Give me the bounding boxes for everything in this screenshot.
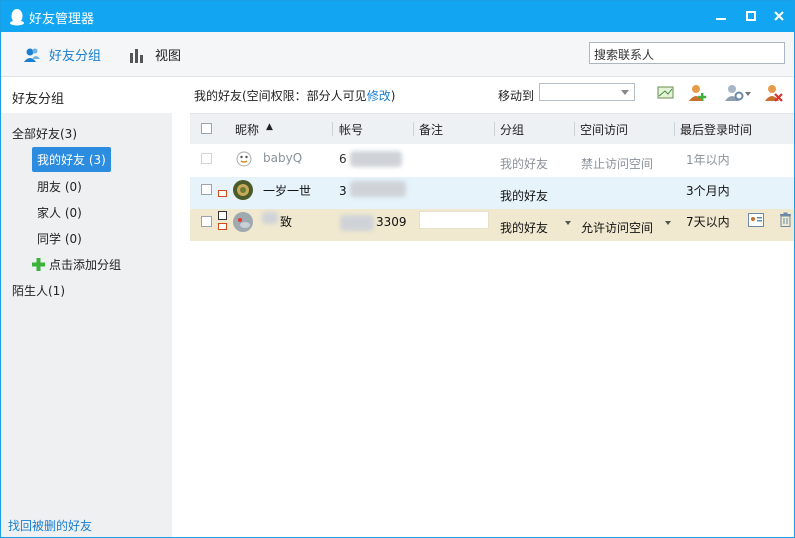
window-title: 好友管理器 <box>29 12 95 27</box>
move-to-label: 移动到 <box>498 89 535 103</box>
chevron-down-icon[interactable] <box>665 221 671 225</box>
user-avatar <box>233 180 253 200</box>
column-divider <box>494 122 495 136</box>
sidebar-item-strangers[interactable]: 陌生人(1) <box>12 282 65 299</box>
friend-settings-dropdown-icon[interactable] <box>724 83 752 103</box>
chevron-down-icon[interactable] <box>565 221 571 225</box>
sidebar-item-my-friends[interactable]: 我的好友 (3) <box>32 147 111 172</box>
group: 我的好友 <box>500 189 549 203</box>
mail-icon <box>218 190 227 197</box>
mail-icon <box>218 223 227 230</box>
redacted-account <box>350 151 402 167</box>
user-avatar <box>233 212 253 232</box>
users-icon <box>24 48 40 62</box>
nickname: 一岁一世 <box>263 184 312 198</box>
qq-penguin-icon <box>10 9 24 26</box>
account: 3 <box>339 184 347 198</box>
group: 我的好友 <box>500 157 549 171</box>
edit-permission-link[interactable]: 修改 <box>367 89 391 103</box>
plus-icon <box>32 258 45 271</box>
account: 3309 <box>376 215 407 229</box>
col-note[interactable]: 备注 <box>419 121 443 138</box>
maximize-button[interactable] <box>743 9 759 23</box>
close-icon <box>774 11 784 21</box>
recover-deleted-friends-link[interactable]: 找回被删的好友 <box>8 517 92 534</box>
table-row[interactable]: babyQ 6 我的好友 禁止访问空间 1年以内 <box>190 144 794 176</box>
group-select[interactable]: 我的好友 <box>500 219 548 236</box>
table-header: 昵称 ▲ 帐号 备注 分组 空间访问 最后登录时间 <box>190 113 794 145</box>
title-bar[interactable]: 好友管理器 <box>1 1 794 32</box>
sort-asc-icon: ▲ <box>266 122 273 132</box>
add-group-label: 点击添加分组 <box>49 258 122 272</box>
column-divider <box>413 122 414 136</box>
last-login: 7天以内 <box>686 215 730 229</box>
permission-text: 我的好友(空间权限：部分人可见 <box>194 89 367 103</box>
close-button[interactable] <box>771 9 787 23</box>
row-checkbox[interactable] <box>201 153 212 164</box>
group-permission-header: 我的好友(空间权限：部分人可见修改) <box>194 87 395 104</box>
last-login: 1年以内 <box>686 153 730 167</box>
nickname: babyQ <box>263 151 303 165</box>
col-account[interactable]: 帐号 <box>339 121 363 138</box>
sidebar: 好友分组 全部好友(3) 我的好友 (3) 朋友 (0) 家人 (0) 同学 (… <box>1 77 172 537</box>
nickname: 致 <box>280 215 293 229</box>
friend-group-label: 好友分组 <box>49 49 102 64</box>
note-input[interactable] <box>419 211 489 229</box>
move-to-select[interactable] <box>539 83 635 101</box>
minimize-button[interactable] <box>713 9 729 23</box>
send-message-icon[interactable] <box>656 83 676 103</box>
space-access-select[interactable]: 允许访问空间 <box>581 219 653 236</box>
minimize-icon <box>716 18 726 20</box>
column-divider <box>574 122 575 136</box>
select-all-checkbox[interactable] <box>201 123 212 134</box>
col-space-access[interactable]: 空间访问 <box>580 121 628 138</box>
redacted-account <box>350 181 406 197</box>
sidebar-header-label: 好友分组 <box>12 92 65 107</box>
friend-manager-window: 好友管理器 好友分组 视图 搜索联系人 好友分组 全部好友(3) 我的好友 (3… <box>0 0 795 538</box>
table-row[interactable]: 一岁一世 3 我的好友 3个月内 <box>190 177 794 209</box>
sidebar-header: 好友分组 <box>1 77 172 113</box>
view-tab[interactable]: 视图 <box>129 45 181 64</box>
chevron-down-icon <box>621 90 629 95</box>
friend-group-tab[interactable]: 好友分组 <box>23 45 101 64</box>
row-checkbox[interactable] <box>201 216 212 227</box>
column-divider <box>674 122 675 136</box>
column-divider <box>332 122 333 136</box>
toolbar: 好友分组 视图 搜索联系人 <box>1 32 794 77</box>
add-friend-icon[interactable] <box>688 83 708 103</box>
table-row[interactable]: 致 3309 我的好友 允许访问空间 7天以内 <box>190 209 794 241</box>
search-input[interactable]: 搜索联系人 <box>589 42 785 64</box>
trash-icon[interactable] <box>779 212 792 227</box>
col-group[interactable]: 分组 <box>500 121 524 138</box>
row-checkbox[interactable] <box>201 184 212 195</box>
sidebar-item-all-friends[interactable]: 全部好友(3) <box>12 125 77 142</box>
redacted-nickname <box>262 212 278 224</box>
col-last-login[interactable]: 最后登录时间 <box>680 121 752 138</box>
permission-text-end: ) <box>390 89 396 103</box>
sidebar-item-family[interactable]: 家人 (0) <box>37 204 82 221</box>
maximize-icon <box>746 11 756 21</box>
bar-chart-icon <box>130 48 143 63</box>
col-nickname[interactable]: 昵称 <box>235 121 259 138</box>
redacted-account <box>340 215 374 231</box>
space-access: 禁止访问空间 <box>581 157 654 171</box>
sidebar-item-friends[interactable]: 朋友 (0) <box>37 178 82 195</box>
penguin-avatar <box>236 151 252 167</box>
view-label: 视图 <box>155 49 182 64</box>
main-panel: 我的好友(空间权限：部分人可见修改) 移动到 昵称 ▲ 帐号 备注 分组 空间访… <box>172 77 794 537</box>
sidebar-item-classmates[interactable]: 同学 (0) <box>37 230 82 247</box>
delete-friend-icon[interactable] <box>764 83 784 103</box>
last-login: 3个月内 <box>686 184 730 198</box>
contact-card-icon[interactable] <box>748 213 764 227</box>
account: 6 <box>339 152 347 166</box>
phone-icon <box>218 211 227 220</box>
add-group-button[interactable]: 点击添加分组 <box>32 256 121 273</box>
